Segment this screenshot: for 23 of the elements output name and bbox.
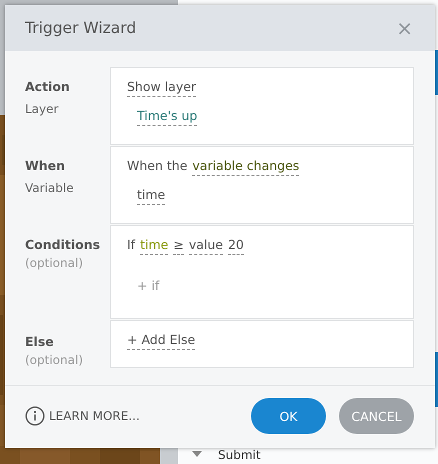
option-link[interactable]: Show layer: [127, 78, 196, 97]
section-label: Else: [25, 334, 55, 349]
ok-button[interactable]: OK: [251, 398, 326, 434]
dialog-title: Trigger Wizard: [25, 19, 136, 37]
section-label: When: [25, 158, 66, 173]
section-label: Conditions: [25, 237, 102, 252]
option-link[interactable]: + Add Else: [127, 331, 196, 350]
info-icon[interactable]: [25, 406, 45, 426]
sentence-text: If: [127, 236, 136, 254]
reference-link[interactable]: variable changes: [192, 157, 300, 176]
optional-label: (optional): [25, 256, 84, 270]
reference-link[interactable]: Time's up: [137, 107, 198, 126]
submit-item[interactable]: Submit: [218, 448, 261, 462]
optional-label: (optional): [25, 353, 84, 367]
section-label: Action: [25, 79, 71, 94]
learn-more-link[interactable]: LEARN MORE...: [49, 409, 140, 423]
option-link[interactable]: ≥: [173, 236, 184, 255]
field-label: Variable: [25, 181, 75, 195]
option-link[interactable]: time: [137, 186, 166, 205]
option-link[interactable]: value: [188, 236, 223, 255]
field-label: Layer: [25, 102, 60, 116]
sentence-text: When the: [127, 157, 188, 175]
option-link[interactable]: 20: [228, 236, 244, 255]
